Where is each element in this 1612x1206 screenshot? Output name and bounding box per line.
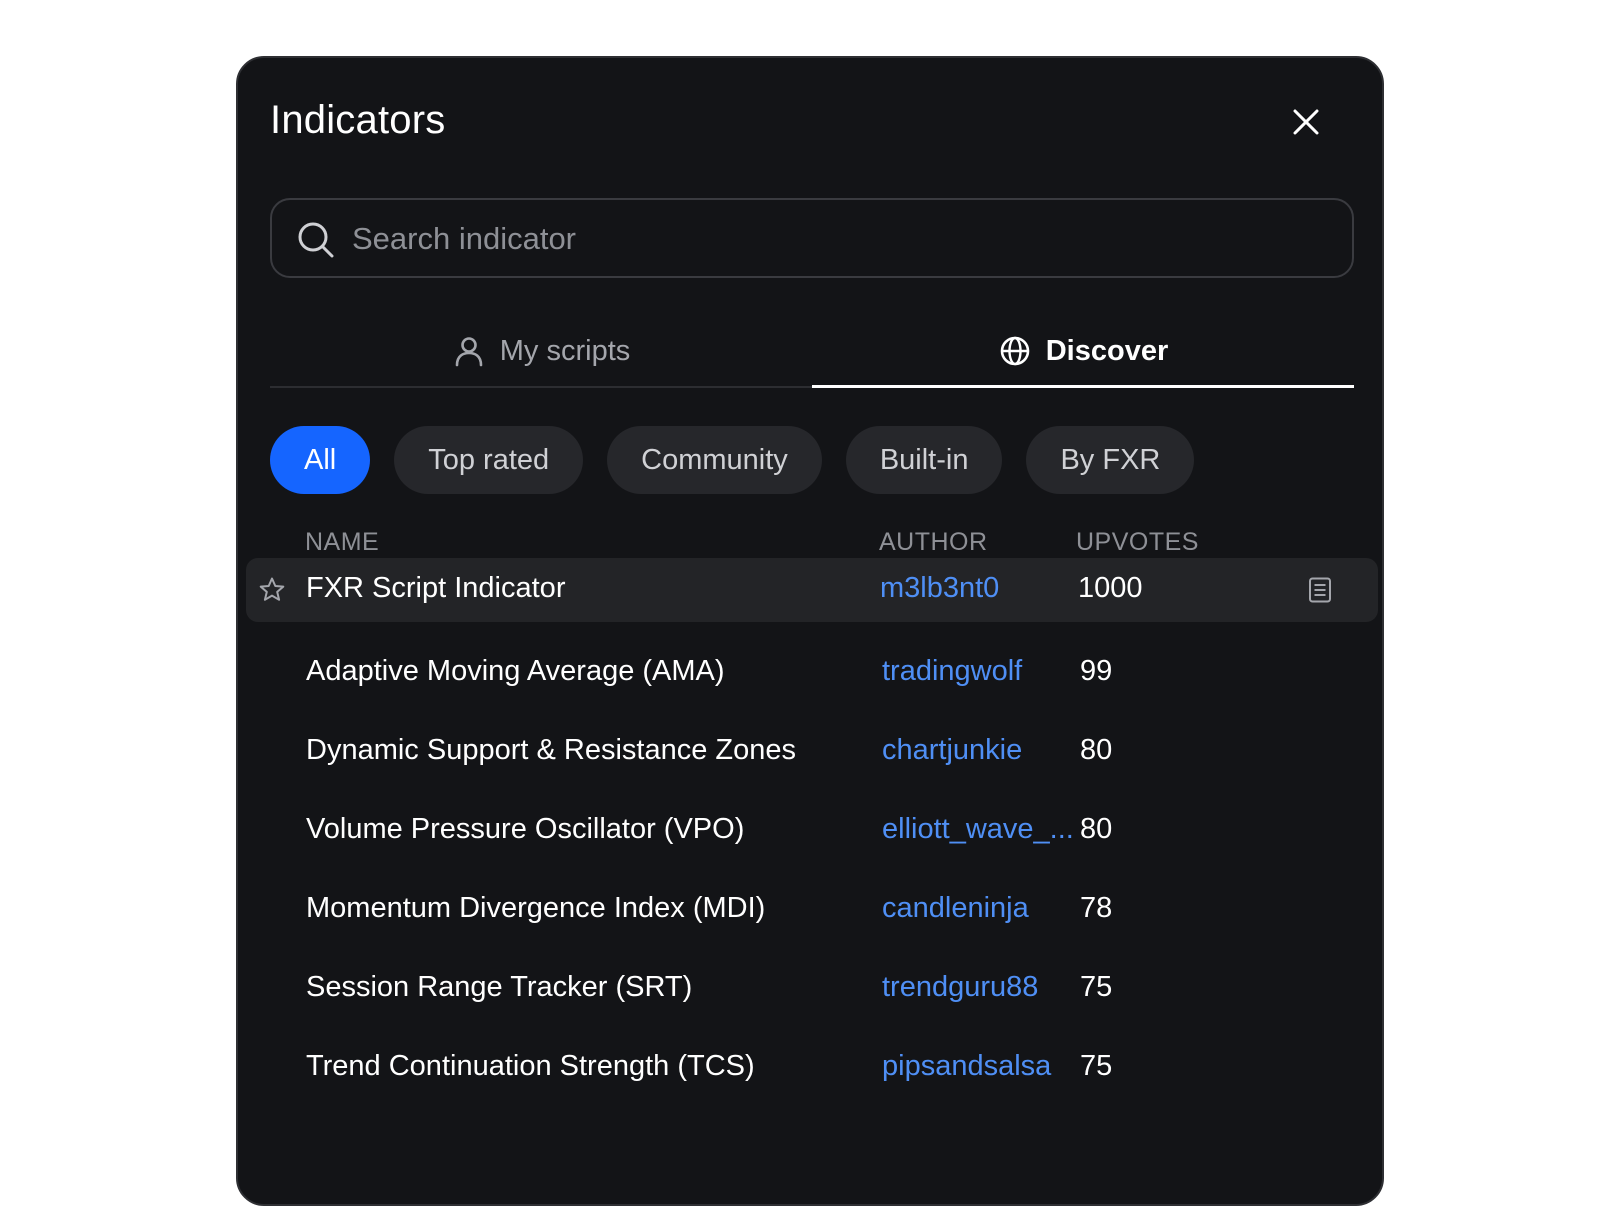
tab-discover[interactable]: Discover <box>812 316 1354 388</box>
close-icon <box>1293 109 1319 135</box>
column-header-upvotes[interactable]: UPVOTES <box>1076 528 1199 557</box>
indicator-name: FXR Script Indicator <box>306 572 566 604</box>
document-icon[interactable] <box>1306 576 1334 604</box>
author-link[interactable]: chartjunkie <box>882 734 1022 767</box>
star-icon[interactable] <box>258 576 286 604</box>
author-link[interactable]: m3lb3nt0 <box>880 572 999 605</box>
column-header-name[interactable]: NAME <box>305 528 379 557</box>
table-row[interactable]: Volume Pressure Oscillator (VPO) elliott… <box>246 799 1378 863</box>
tab-my-scripts-label: My scripts <box>499 334 631 367</box>
upvote-count: 1000 <box>1078 572 1143 604</box>
user-icon <box>455 337 483 367</box>
table-row[interactable]: Dynamic Support & Resistance Zones chart… <box>246 720 1378 784</box>
filter-top-rated[interactable]: Top rated <box>394 426 584 494</box>
search-box <box>270 198 1354 278</box>
globe-icon <box>1000 336 1030 366</box>
table-row[interactable]: Momentum Divergence Index (MDI) candleni… <box>246 878 1378 942</box>
tab-my-scripts[interactable]: My scripts <box>270 316 812 386</box>
upvote-count: 99 <box>1080 655 1113 687</box>
table-row[interactable]: Trend Continuation Strength (TCS) pipsan… <box>246 1036 1378 1100</box>
filter-all[interactable]: All <box>270 426 371 494</box>
search-input[interactable] <box>350 212 1334 266</box>
author-link[interactable]: candleninja <box>882 892 1029 925</box>
upvote-count: 78 <box>1080 892 1113 924</box>
tab-bar: My scripts Discover <box>270 316 1354 388</box>
indicator-name: Session Range Tracker (SRT) <box>306 971 693 1003</box>
author-link[interactable]: elliott_wave_... <box>882 813 1074 846</box>
upvote-count: 75 <box>1080 971 1113 1003</box>
filter-community[interactable]: Community <box>607 426 822 494</box>
tab-discover-label: Discover <box>1045 334 1169 367</box>
author-link[interactable]: trendguru88 <box>882 971 1038 1004</box>
author-link[interactable]: tradingwolf <box>882 655 1022 688</box>
filter-built-in[interactable]: Built-in <box>845 426 1003 494</box>
close-button[interactable] <box>1288 104 1324 140</box>
column-header-author[interactable]: AUTHOR <box>879 528 988 557</box>
table-row[interactable]: FXR Script Indicator m3lb3nt0 1000 <box>246 558 1378 622</box>
table-row[interactable]: Session Range Tracker (SRT) trendguru88 … <box>246 957 1378 1021</box>
upvote-count: 75 <box>1080 1050 1113 1082</box>
indicators-dialog: Indicators My scripts Discove <box>236 56 1384 1206</box>
indicator-name: Adaptive Moving Average (AMA) <box>306 655 725 687</box>
upvote-count: 80 <box>1080 734 1113 766</box>
indicator-name: Volume Pressure Oscillator (VPO) <box>306 813 745 845</box>
search-icon <box>298 222 334 258</box>
filter-by-fxr[interactable]: By FXR <box>1026 426 1195 494</box>
table-row[interactable]: Adaptive Moving Average (AMA) tradingwol… <box>246 641 1378 705</box>
dialog-title: Indicators <box>270 98 446 142</box>
filter-chips: All Top rated Community Built-in By FXR <box>270 426 1218 494</box>
author-link[interactable]: pipsandsalsa <box>882 1050 1051 1083</box>
indicator-name: Trend Continuation Strength (TCS) <box>306 1050 755 1082</box>
upvote-count: 80 <box>1080 813 1113 845</box>
indicator-name: Dynamic Support & Resistance Zones <box>306 734 796 766</box>
indicator-name: Momentum Divergence Index (MDI) <box>306 892 766 924</box>
